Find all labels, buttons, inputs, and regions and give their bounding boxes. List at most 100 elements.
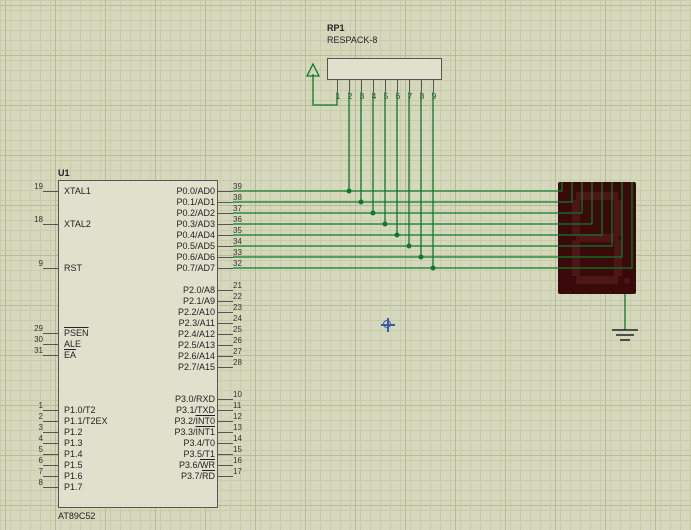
pin-num: 4 xyxy=(369,92,379,101)
pin-stub xyxy=(218,476,233,477)
rp1-part: RESPACK-8 xyxy=(327,35,377,45)
pin-stub xyxy=(218,268,233,269)
pin-name: P2.2/A10 xyxy=(160,307,215,317)
pin-stub xyxy=(43,344,58,345)
pin-num: 38 xyxy=(233,193,251,202)
pin-stub xyxy=(43,476,58,477)
pin-name: PSEN xyxy=(64,328,89,338)
pin-num: 23 xyxy=(233,303,251,312)
seg-dp xyxy=(624,278,630,284)
pin-name: P2.1/A9 xyxy=(160,296,215,306)
pin-name: P0.5/AD5 xyxy=(160,241,215,251)
pin-stub xyxy=(218,290,233,291)
pin-name: P0.4/AD4 xyxy=(160,230,215,240)
seg-f xyxy=(572,200,580,236)
pin-name: XTAL2 xyxy=(64,219,91,229)
seg-e xyxy=(572,240,580,276)
pin-stub xyxy=(43,410,58,411)
pin-name: EA xyxy=(64,350,76,360)
pin-stub xyxy=(337,80,338,92)
pin-num: 32 xyxy=(233,259,251,268)
pin-name: XTAL1 xyxy=(64,186,91,196)
pin-stub xyxy=(218,301,233,302)
pin-num: 4 xyxy=(25,434,43,443)
pin-stub xyxy=(373,80,374,92)
pin-num: 17 xyxy=(233,467,251,476)
pin-stub xyxy=(218,356,233,357)
pin-num: 8 xyxy=(25,478,43,487)
pin-num: 33 xyxy=(233,248,251,257)
pin-num: 13 xyxy=(233,423,251,432)
pin-num: 28 xyxy=(233,358,251,367)
pin-num: 29 xyxy=(25,324,43,333)
pin-num: 24 xyxy=(233,314,251,323)
pin-num: 25 xyxy=(233,325,251,334)
pin-stub xyxy=(43,432,58,433)
pin-num: 8 xyxy=(417,92,427,101)
pin-stub xyxy=(218,246,233,247)
pin-stub xyxy=(361,80,362,92)
pin-name: P1.0/T2 xyxy=(64,405,96,415)
pin-name: P1.1/T2EX xyxy=(64,416,108,426)
pin-name: P3.3/INT1 xyxy=(160,427,215,437)
pin-stub xyxy=(218,410,233,411)
pin-num: 7 xyxy=(405,92,415,101)
pin-num: 5 xyxy=(25,445,43,454)
pin-name: P3.7/RD xyxy=(160,471,215,481)
pin-name: P3.6/WR xyxy=(160,460,215,470)
pin-stub xyxy=(43,224,58,225)
pin-name: P3.2/INT0 xyxy=(160,416,215,426)
seg-c xyxy=(614,240,622,276)
schematic-canvas[interactable]: U1 AT89C52 19XTAL118XTAL29RST29PSEN30ALE… xyxy=(0,0,691,530)
pin-stub xyxy=(218,235,233,236)
pin-num: 18 xyxy=(25,215,43,224)
pin-stub xyxy=(218,224,233,225)
seg-b xyxy=(614,200,622,236)
pin-name: P1.7 xyxy=(64,482,83,492)
pin-name: P3.1/TXD xyxy=(160,405,215,415)
u1-part: AT89C52 xyxy=(58,511,95,521)
pin-num: 39 xyxy=(233,182,251,191)
pin-num: 37 xyxy=(233,204,251,213)
pin-stub xyxy=(409,80,410,92)
u1-ref: U1 xyxy=(58,168,70,178)
pin-num: 19 xyxy=(25,182,43,191)
pin-stub xyxy=(43,454,58,455)
pin-num: 21 xyxy=(233,281,251,290)
seg-g xyxy=(576,234,618,242)
pin-num: 1 xyxy=(333,92,343,101)
pin-name: P2.0/A8 xyxy=(160,285,215,295)
pin-name: P3.5/T1 xyxy=(160,449,215,459)
pin-name: P0.0/AD0 xyxy=(160,186,215,196)
pin-name: RST xyxy=(64,263,82,273)
pin-stub xyxy=(43,268,58,269)
pin-name: P0.6/AD6 xyxy=(160,252,215,262)
rp1-ref: RP1 xyxy=(327,23,345,33)
pin-num: 9 xyxy=(25,259,43,268)
pin-stub xyxy=(43,443,58,444)
pin-stub xyxy=(397,80,398,92)
pin-num: 34 xyxy=(233,237,251,246)
pin-name: P0.2/AD2 xyxy=(160,208,215,218)
pin-stub xyxy=(349,80,350,92)
rp1-body[interactable] xyxy=(327,58,442,80)
pin-name: P1.6 xyxy=(64,471,83,481)
pin-stub xyxy=(218,454,233,455)
pin-stub xyxy=(218,257,233,258)
pin-stub xyxy=(218,399,233,400)
pin-stub xyxy=(218,367,233,368)
pin-num: 9 xyxy=(429,92,439,101)
seven-seg-display[interactable] xyxy=(558,182,636,294)
pin-stub xyxy=(43,465,58,466)
pin-num: 14 xyxy=(233,434,251,443)
pin-num: 7 xyxy=(25,467,43,476)
pin-stub xyxy=(218,345,233,346)
pin-name: P3.0/RXD xyxy=(160,394,215,404)
pin-num: 11 xyxy=(233,401,251,410)
pin-name: P1.3 xyxy=(64,438,83,448)
pin-num: 12 xyxy=(233,412,251,421)
pin-stub xyxy=(43,355,58,356)
pin-stub xyxy=(218,421,233,422)
pin-num: 10 xyxy=(233,390,251,399)
seg-d xyxy=(576,276,618,284)
